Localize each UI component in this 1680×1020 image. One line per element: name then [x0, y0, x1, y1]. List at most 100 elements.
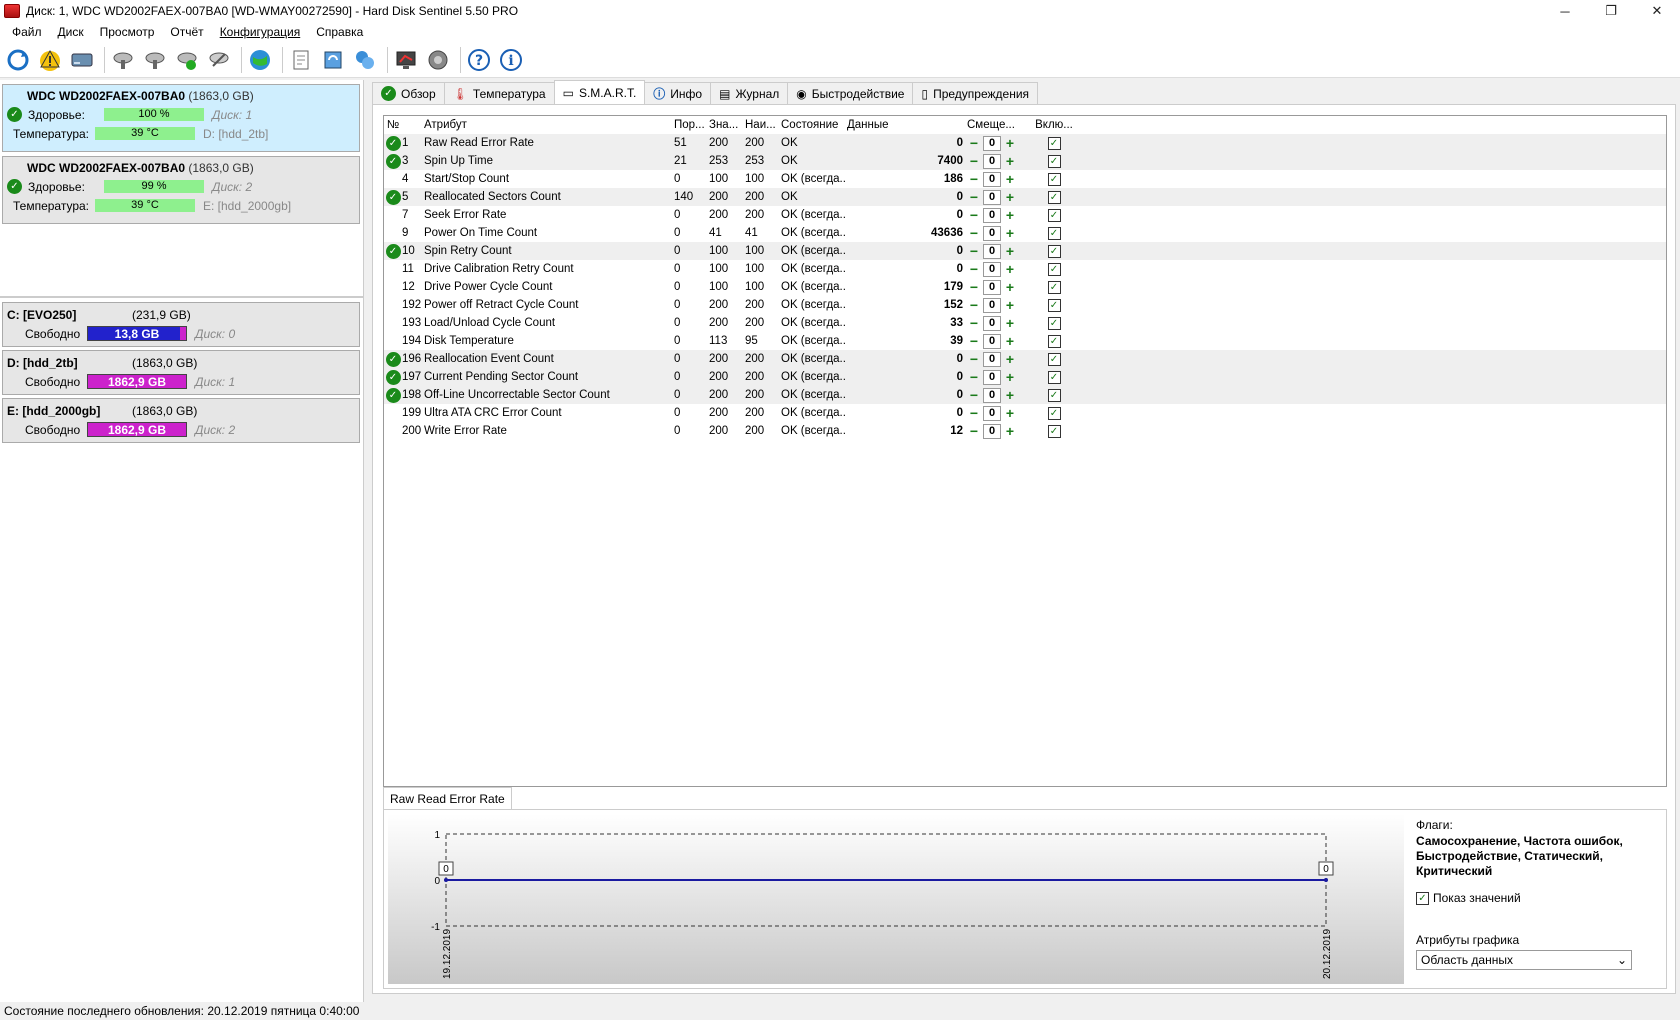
- table-row[interactable]: ✓ 10 Spin Retry Count 0 100 100 OK (всегда... 0…: [384, 242, 1666, 260]
- offset-value[interactable]: 0: [983, 369, 1001, 385]
- refresh-icon[interactable]: [4, 46, 32, 74]
- enabled-checkbox[interactable]: ✓: [1047, 226, 1061, 240]
- table-row[interactable]: ✓ 198 Off-Line Uncorrectable Sector Count 0…: [384, 386, 1666, 404]
- enabled-checkbox[interactable]: ✓: [1047, 172, 1061, 186]
- enabled-checkbox[interactable]: ✓: [1047, 316, 1061, 330]
- enabled-checkbox[interactable]: ✓: [1047, 370, 1061, 384]
- table-row[interactable]: 4 Start/Stop Count 0 100 100 OK (всегда... 186…: [384, 170, 1666, 188]
- enabled-checkbox[interactable]: ✓: [1047, 352, 1061, 366]
- enabled-checkbox[interactable]: ✓: [1047, 136, 1061, 150]
- minimize-button[interactable]: ─: [1542, 0, 1588, 22]
- col-value[interactable]: Зна...: [709, 119, 745, 131]
- minus-icon[interactable]: −: [967, 351, 981, 367]
- sync-icon[interactable]: [319, 46, 347, 74]
- table-row[interactable]: ✓ 5 Reallocated Sectors Count 140 200 200 OK 0−…: [384, 188, 1666, 206]
- offset-value[interactable]: 0: [983, 297, 1001, 313]
- minus-icon[interactable]: −: [967, 207, 981, 223]
- table-row[interactable]: 192 Power off Retract Cycle Count 0 200 200 O…: [384, 296, 1666, 314]
- tab-info[interactable]: ⓘ Инфо: [644, 82, 712, 104]
- offset-value[interactable]: 0: [983, 189, 1001, 205]
- menu-file[interactable]: Файл: [4, 25, 50, 39]
- menu-view[interactable]: Просмотр: [92, 25, 163, 39]
- plus-icon[interactable]: +: [1003, 261, 1017, 277]
- menu-help[interactable]: Справка: [308, 25, 371, 39]
- enabled-checkbox[interactable]: ✓: [1047, 334, 1061, 348]
- minus-icon[interactable]: −: [967, 135, 981, 151]
- plus-icon[interactable]: +: [1003, 405, 1017, 421]
- enabled-checkbox[interactable]: ✓: [1047, 244, 1061, 258]
- minus-icon[interactable]: −: [967, 153, 981, 169]
- tab-alerts[interactable]: ▯ Предупреждения: [912, 82, 1039, 104]
- table-row[interactable]: 12 Drive Power Cycle Count 0 100 100 OK (всег…: [384, 278, 1666, 296]
- table-row[interactable]: 7 Seek Error Rate 0 200 200 OK (всегда... 0−0 +…: [384, 206, 1666, 224]
- enabled-checkbox[interactable]: ✓: [1047, 406, 1061, 420]
- volume-card-c[interactable]: C: [EVO250] (231,9 GB) Свободно 13,8 GB Д…: [2, 302, 360, 347]
- col-offset[interactable]: Смеще...: [967, 119, 1029, 131]
- offset-value[interactable]: 0: [983, 315, 1001, 331]
- enabled-checkbox[interactable]: ✓: [1047, 424, 1061, 438]
- minus-icon[interactable]: −: [967, 333, 981, 349]
- table-row[interactable]: ✓ 3 Spin Up Time 21 253 253 OK 7400−0 + ✓: [384, 152, 1666, 170]
- menu-report[interactable]: Отчёт: [162, 25, 211, 39]
- disk-settings-icon[interactable]: [205, 46, 233, 74]
- enabled-checkbox[interactable]: ✓: [1047, 388, 1061, 402]
- plus-icon[interactable]: +: [1003, 423, 1017, 439]
- col-state[interactable]: Состояние: [781, 119, 847, 131]
- report-icon[interactable]: [287, 46, 315, 74]
- offset-value[interactable]: 0: [983, 405, 1001, 421]
- table-row[interactable]: 200 Write Error Rate 0 200 200 OK (всегда... 1…: [384, 422, 1666, 440]
- disk-card-1[interactable]: WDC WD2002FAEX-007BA0 (1863,0 GB) ✓ Здор…: [2, 84, 360, 152]
- graph-attr-select[interactable]: Область данных ⌄: [1416, 950, 1632, 970]
- plus-icon[interactable]: +: [1003, 297, 1017, 313]
- offset-value[interactable]: 0: [983, 243, 1001, 259]
- plus-icon[interactable]: +: [1003, 225, 1017, 241]
- minus-icon[interactable]: −: [967, 297, 981, 313]
- table-row[interactable]: 9 Power On Time Count 0 41 41 OK (всегда... 43…: [384, 224, 1666, 242]
- tab-temperature[interactable]: 🌡 Температура: [443, 82, 555, 104]
- minus-icon[interactable]: −: [967, 279, 981, 295]
- restore-button[interactable]: ❐: [1588, 0, 1634, 22]
- tab-log[interactable]: ▤ Журнал: [710, 82, 789, 104]
- minus-icon[interactable]: −: [967, 315, 981, 331]
- enabled-checkbox[interactable]: ✓: [1047, 280, 1061, 294]
- table-row[interactable]: ✓ 1 Raw Read Error Rate 51 200 200 OK 0−0 + ✓: [384, 134, 1666, 152]
- help-icon[interactable]: ?: [465, 46, 493, 74]
- enabled-checkbox[interactable]: ✓: [1047, 262, 1061, 276]
- offset-value[interactable]: 0: [983, 225, 1001, 241]
- plus-icon[interactable]: +: [1003, 315, 1017, 331]
- tab-performance[interactable]: ◉ Быстродействие: [787, 82, 914, 104]
- info-icon[interactable]: i: [497, 46, 525, 74]
- plus-icon[interactable]: +: [1003, 207, 1017, 223]
- minus-icon[interactable]: −: [967, 243, 981, 259]
- minus-icon[interactable]: −: [967, 369, 981, 385]
- volume-card-d[interactable]: D: [hdd_2tb] (1863,0 GB) Свободно 1862,9 …: [2, 350, 360, 395]
- disk-card-2[interactable]: WDC WD2002FAEX-007BA0 (1863,0 GB) ✓ Здор…: [2, 156, 360, 224]
- minus-icon[interactable]: −: [967, 387, 981, 403]
- table-row[interactable]: 11 Drive Calibration Retry Count 0 100 100 OK…: [384, 260, 1666, 278]
- offset-value[interactable]: 0: [983, 351, 1001, 367]
- offset-value[interactable]: 0: [983, 387, 1001, 403]
- plus-icon[interactable]: +: [1003, 153, 1017, 169]
- col-threshold[interactable]: Пор...: [674, 119, 709, 131]
- offset-value[interactable]: 0: [983, 135, 1001, 151]
- disk-ok-icon[interactable]: [173, 46, 201, 74]
- menu-config[interactable]: Конфигурация: [212, 25, 309, 39]
- enabled-checkbox[interactable]: ✓: [1047, 208, 1061, 222]
- disk-test-icon[interactable]: [109, 46, 137, 74]
- graph-tab[interactable]: Raw Read Error Rate: [383, 787, 512, 809]
- minus-icon[interactable]: −: [967, 405, 981, 421]
- disk-icon[interactable]: [68, 46, 96, 74]
- plus-icon[interactable]: +: [1003, 243, 1017, 259]
- col-data[interactable]: Данные: [847, 119, 967, 131]
- minus-icon[interactable]: −: [967, 423, 981, 439]
- enabled-checkbox[interactable]: ✓: [1047, 190, 1061, 204]
- globe-icon[interactable]: [246, 46, 274, 74]
- plus-icon[interactable]: +: [1003, 369, 1017, 385]
- plus-icon[interactable]: +: [1003, 351, 1017, 367]
- offset-value[interactable]: 0: [983, 423, 1001, 439]
- offset-value[interactable]: 0: [983, 171, 1001, 187]
- minus-icon[interactable]: −: [967, 261, 981, 277]
- offset-value[interactable]: 0: [983, 207, 1001, 223]
- offset-value[interactable]: 0: [983, 153, 1001, 169]
- enabled-checkbox[interactable]: ✓: [1047, 154, 1061, 168]
